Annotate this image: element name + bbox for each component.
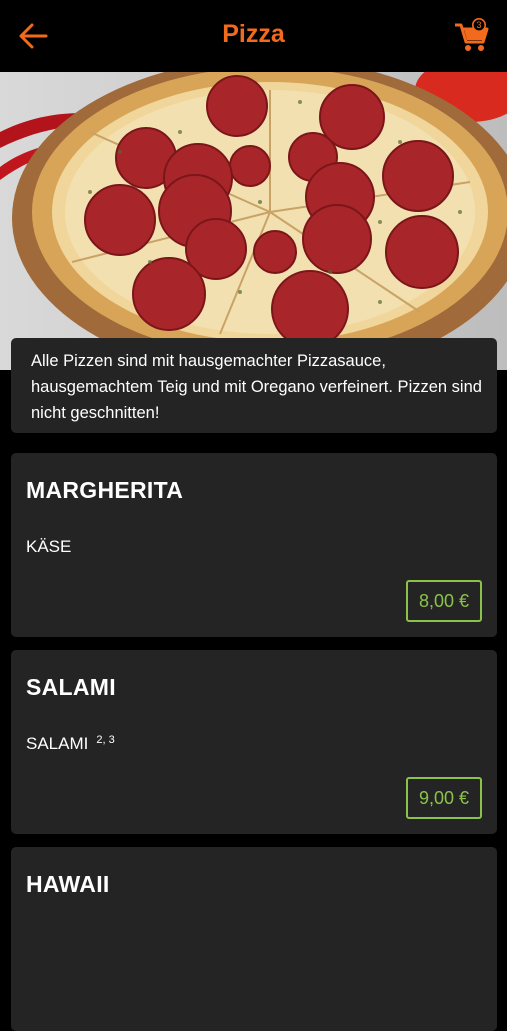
item-description: SALAMI 2, 3 [26, 734, 115, 754]
item-ingredients: KÄSE [26, 537, 72, 556]
app-header: Pizza 3 [0, 0, 507, 72]
price-button[interactable]: 8,00 € [406, 580, 482, 622]
item-ingredients: SALAMI [26, 734, 89, 753]
item-name: SALAMI [26, 674, 116, 700]
cart-count-badge: 3 [476, 20, 481, 30]
price-button[interactable]: 9,00 € [406, 777, 482, 819]
menu-item-hawaii[interactable]: HAWAII [11, 847, 497, 1031]
item-name: HAWAII [26, 871, 110, 897]
page-title: Pizza [222, 20, 285, 48]
pizza-hero-image [0, 72, 507, 370]
item-description: KÄSE [26, 537, 71, 557]
additives-note: 2, 3 [96, 734, 115, 746]
info-note: Alle Pizzen sind mit hausgemachter Pizza… [11, 338, 497, 433]
menu-item-salami[interactable]: SALAMI SALAMI 2, 3 9,00 € [11, 650, 497, 834]
cart-icon: 3 [455, 18, 489, 51]
item-name: MARGHERITA [26, 477, 184, 503]
menu-item-margherita[interactable]: MARGHERITA KÄSE 8,00 € [11, 453, 497, 637]
cart-button[interactable]: 3 [452, 16, 492, 56]
